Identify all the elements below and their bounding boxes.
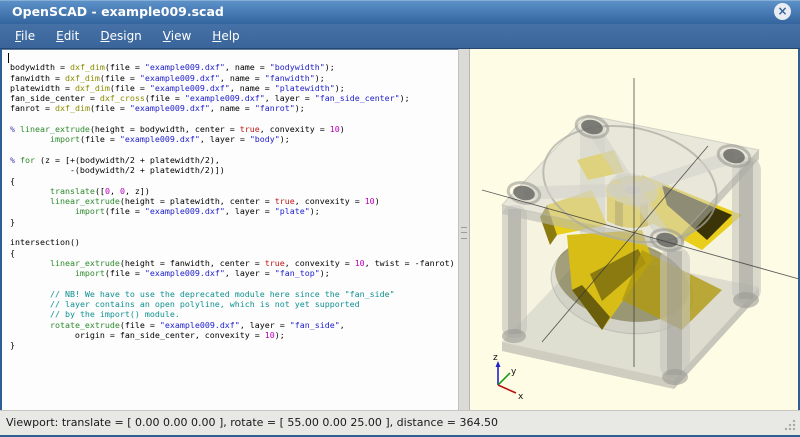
- axis-label-x: x: [518, 392, 524, 402]
- code-line: rotate_extrude(file = "example009.dxf", …: [10, 320, 458, 330]
- code-line: }: [10, 340, 458, 350]
- title-bar: OpenSCAD - example009.scad ×: [0, 0, 800, 24]
- splitter-grip-icon: [461, 227, 467, 239]
- code-line: {: [10, 176, 458, 186]
- viewport-status-text: Viewport: translate = [ 0.00 0.00 0.00 ]…: [6, 411, 498, 435]
- code-line: {: [10, 248, 458, 258]
- code-line: fan_side_center = dxf_cross(file = "exam…: [10, 93, 458, 103]
- code-line: }: [10, 217, 458, 227]
- menu-item-file[interactable]: File: [8, 27, 42, 45]
- code-line: [10, 279, 458, 289]
- code-line: // layer contains an open polyline, whic…: [10, 299, 458, 309]
- menu-item-design[interactable]: Design: [93, 27, 148, 45]
- code-line: fanwidth = dxf_dim(file = "example009.dx…: [10, 73, 458, 83]
- code-line: linear_extrude(height = fanwidth, center…: [10, 258, 458, 268]
- menu-item-view[interactable]: View: [156, 27, 198, 45]
- code-line: // NB! We have to use the deprecated mod…: [10, 289, 458, 299]
- status-bar: Viewport: translate = [ 0.00 0.00 0.00 ]…: [0, 410, 800, 437]
- code-line: % linear_extrude(height = bodywidth, cen…: [10, 124, 458, 134]
- panel-splitter[interactable]: [458, 49, 470, 410]
- code-line: [10, 145, 458, 155]
- code-line: fanrot = dxf_dim(file = "example009.dxf"…: [10, 103, 458, 113]
- axis-label-y: y: [511, 367, 517, 377]
- code-line: % for (z = [+(bodywidth/2 + platewidth/2…: [10, 155, 458, 165]
- menu-bar: File Edit Design View Help: [0, 24, 800, 49]
- code-editor[interactable]: bodywidth = dxf_dim(file = "example009.d…: [2, 49, 458, 410]
- close-icon[interactable]: ×: [774, 3, 791, 20]
- code-line: platewidth = dxf_dim(file = "example009.…: [10, 83, 458, 93]
- code-line: import(file = "example009.dxf", layer = …: [10, 134, 458, 144]
- code-line: -(bodywidth/2 + platewidth/2)]): [10, 165, 458, 175]
- code-line: bodywidth = dxf_dim(file = "example009.d…: [10, 62, 458, 72]
- menu-item-edit[interactable]: Edit: [49, 27, 86, 45]
- code-line: // by the import() module.: [10, 309, 458, 319]
- fan-model-render: z y x: [470, 49, 798, 410]
- code-line: intersection(): [10, 237, 458, 247]
- code-line: linear_extrude(height = platewidth, cent…: [10, 196, 458, 206]
- code-line: translate([0, 0, z]): [10, 186, 458, 196]
- code-lines: bodywidth = dxf_dim(file = "example009.d…: [10, 52, 458, 351]
- text-caret: [8, 53, 9, 63]
- window-title: OpenSCAD - example009.scad: [12, 0, 224, 24]
- code-line: [10, 52, 458, 62]
- code-line: import(file = "example009.dxf", layer = …: [10, 268, 458, 278]
- code-line: [10, 114, 458, 124]
- resize-grip[interactable]: [784, 419, 796, 431]
- code-line: [10, 227, 458, 237]
- code-line: origin = fan_side_center, convexity = 10…: [10, 330, 458, 340]
- main-area: bodywidth = dxf_dim(file = "example009.d…: [2, 49, 798, 410]
- menu-item-help[interactable]: Help: [205, 27, 246, 45]
- axis-indicator: z y x: [493, 353, 524, 402]
- code-line: import(file = "example009.dxf", layer = …: [10, 206, 458, 216]
- axis-label-z: z: [493, 353, 498, 363]
- viewport-3d[interactable]: z y x: [470, 49, 798, 410]
